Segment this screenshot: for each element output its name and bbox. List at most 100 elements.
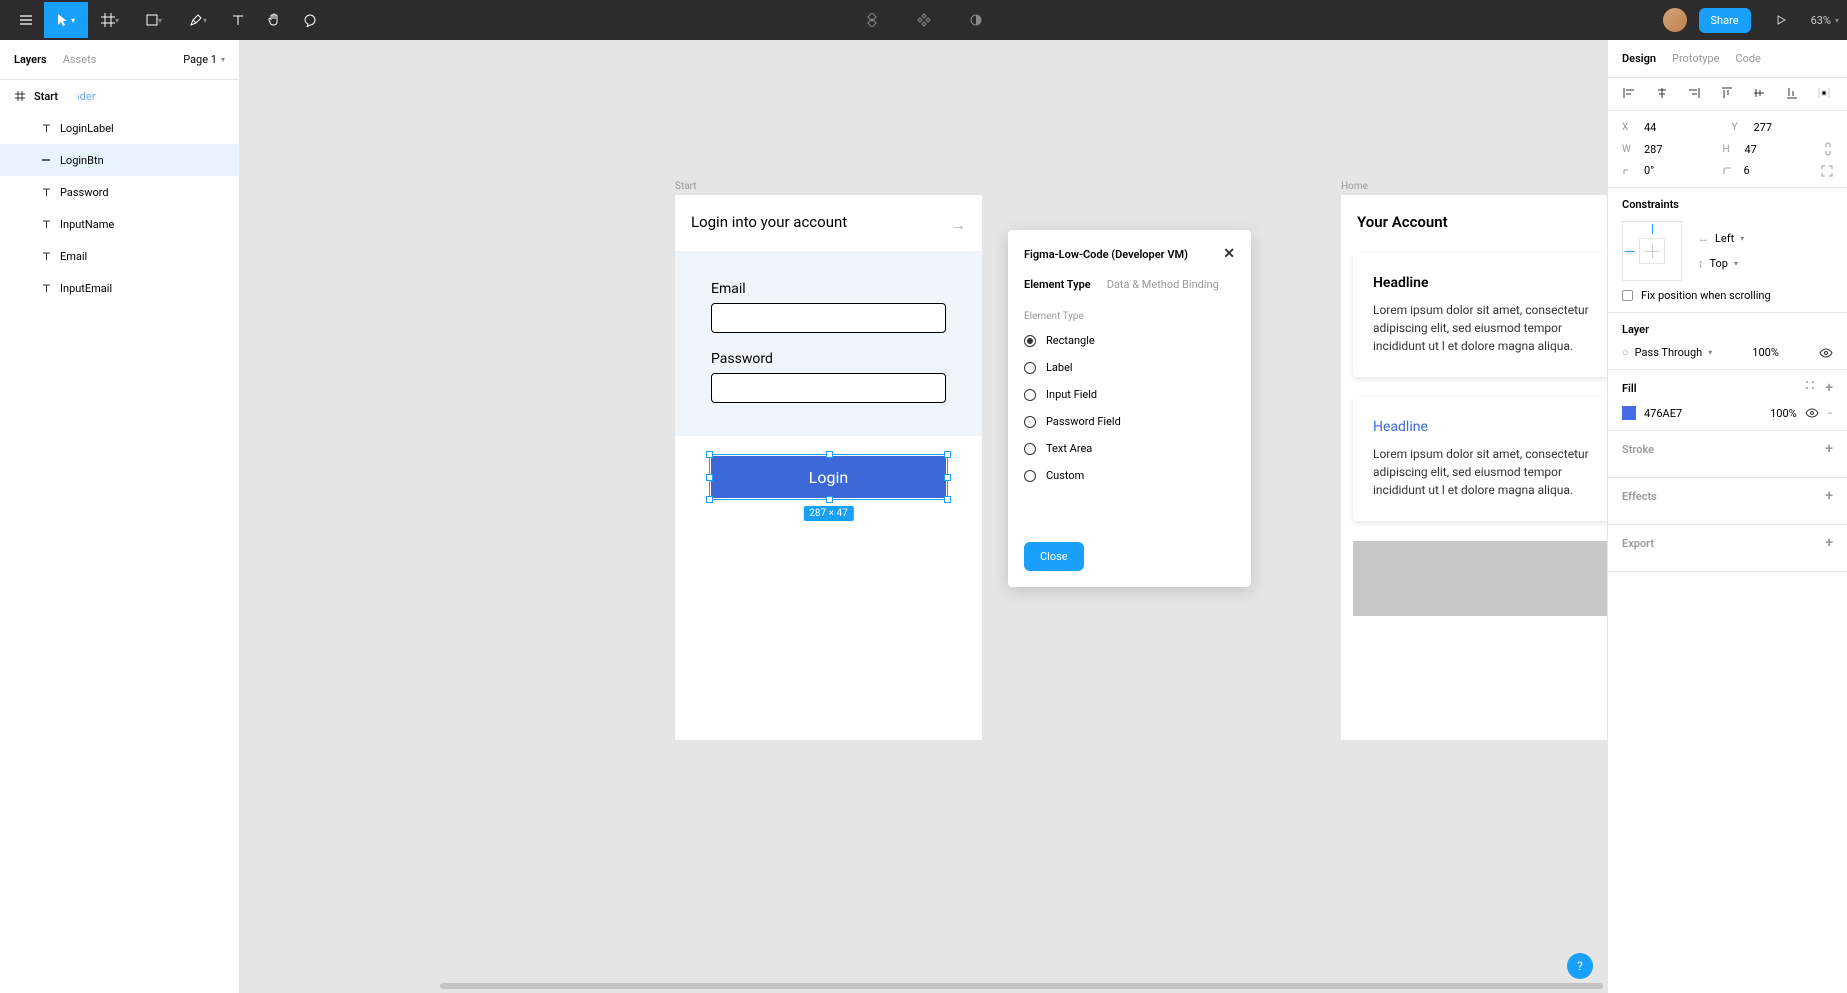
layer-title: Layer [1622, 323, 1833, 336]
right-panel-tabs: Design Prototype Code [1608, 40, 1847, 78]
horizontal-scrollbar[interactable] [440, 983, 1603, 989]
email-input[interactable] [711, 303, 946, 333]
frame-home[interactable]: Your Account Headline Lorem ipsum dolor … [1341, 195, 1607, 740]
radio-icon [1024, 416, 1036, 428]
handle-br[interactable] [944, 496, 951, 503]
x-label: X [1622, 122, 1636, 133]
handle-bm[interactable] [826, 496, 833, 503]
modal-close-button[interactable]: Close [1024, 542, 1084, 571]
frame-tool[interactable]: ▾ [88, 2, 132, 38]
align-vcenter-icon[interactable] [1752, 86, 1768, 102]
hand-tool[interactable] [256, 2, 292, 38]
text-icon [40, 186, 52, 198]
layer-label: LoginLabel [60, 122, 114, 135]
distribute-icon[interactable] [1817, 86, 1833, 102]
layer-login-label[interactable]: LoginLabel [0, 112, 239, 144]
shape-tool[interactable]: ▾ [132, 2, 176, 38]
menu-button[interactable] [8, 2, 44, 38]
y-value[interactable]: 277 [1754, 121, 1814, 134]
page-selector[interactable]: Page 1 ▾ [183, 53, 225, 66]
toolbar-center [854, 2, 994, 38]
boolean-tool[interactable] [958, 2, 994, 38]
remove-fill-icon[interactable]: − [1827, 407, 1833, 420]
modal-tab-element-type[interactable]: Element Type [1024, 278, 1091, 291]
layer-email[interactable]: Email [0, 240, 239, 272]
tab-code[interactable]: Code [1735, 52, 1760, 65]
rotation-value[interactable]: 0° [1644, 164, 1704, 177]
help-button[interactable]: ? [1567, 953, 1593, 979]
modal-close-icon[interactable]: ✕ [1223, 246, 1235, 262]
user-avatar[interactable] [1663, 8, 1687, 32]
styles-icon[interactable] [1805, 380, 1815, 396]
constraint-v-select[interactable]: ↕Top▾ [1698, 257, 1833, 270]
move-tool[interactable]: ▾ [44, 2, 88, 38]
eye-icon[interactable] [1819, 348, 1833, 358]
left-panel-tabs: Layers Assets Page 1 ▾ [0, 40, 239, 80]
text-tool[interactable] [220, 2, 256, 38]
layer-opacity[interactable]: 100% [1752, 346, 1779, 359]
frame-label-start[interactable]: Start [675, 181, 697, 192]
layer-input-email[interactable]: InputEmail [0, 272, 239, 304]
add-effect-icon[interactable]: + [1825, 488, 1833, 504]
layer-password[interactable]: Password [0, 176, 239, 208]
password-input[interactable] [711, 373, 946, 403]
add-stroke-icon[interactable]: + [1825, 441, 1833, 457]
constraint-h-select[interactable]: ↔Left▾ [1698, 232, 1833, 245]
frame-label-home[interactable]: Home [1341, 181, 1368, 192]
handle-tr[interactable] [944, 451, 951, 458]
w-value[interactable]: 287 [1644, 143, 1704, 156]
radio-label[interactable]: Label [1024, 361, 1235, 374]
align-top-icon[interactable] [1720, 86, 1736, 102]
handle-tm[interactable] [826, 451, 833, 458]
zoom-control[interactable]: 63% ▾ [1811, 14, 1839, 27]
radio-text-area[interactable]: Text Area [1024, 442, 1235, 455]
layer-start[interactable]: Start [0, 80, 72, 112]
radio-password-field[interactable]: Password Field [1024, 415, 1235, 428]
comment-tool[interactable] [292, 2, 328, 38]
align-right-icon[interactable] [1687, 86, 1703, 102]
mask-icon [917, 13, 931, 27]
add-export-icon[interactable]: + [1825, 535, 1833, 551]
tab-layers[interactable]: Layers [14, 53, 47, 66]
radio-input-field[interactable]: Input Field [1024, 388, 1235, 401]
eye-icon[interactable] [1805, 408, 1819, 418]
tab-assets[interactable]: Assets [63, 53, 97, 66]
link-icon[interactable] [1823, 142, 1833, 156]
modal-tab-binding[interactable]: Data & Method Binding [1107, 278, 1219, 291]
blend-mode-select[interactable]: ○ Pass Through ▾ [1622, 346, 1712, 359]
component-tool[interactable] [854, 2, 890, 38]
mask-tool[interactable] [906, 2, 942, 38]
x-value[interactable]: 44 [1644, 121, 1704, 134]
layer-login-btn[interactable]: LoginBtn [0, 144, 239, 176]
layer-input-name[interactable]: InputName [0, 208, 239, 240]
handle-bl[interactable] [706, 496, 713, 503]
fill-opacity[interactable]: 100% [1770, 407, 1797, 420]
layer-section: Layer ○ Pass Through ▾ 100% [1608, 313, 1847, 370]
frame-icon [101, 13, 115, 27]
align-left-icon[interactable] [1622, 86, 1638, 102]
w-label: W [1622, 144, 1636, 155]
radio-custom[interactable]: Custom [1024, 469, 1235, 482]
handle-tl[interactable] [706, 451, 713, 458]
handle-rm[interactable] [944, 474, 951, 481]
tab-design[interactable]: Design [1622, 52, 1656, 65]
handle-lm[interactable] [706, 474, 713, 481]
login-button[interactable]: Login 287 × 47 [711, 456, 946, 498]
fill-hex[interactable]: 476AE7 [1644, 407, 1762, 420]
constraints-widget[interactable] [1622, 221, 1682, 281]
pen-tool[interactable]: ▾ [176, 2, 220, 38]
tab-prototype[interactable]: Prototype [1672, 52, 1719, 65]
frame-start[interactable]: Login into your account → Email Password… [675, 195, 982, 740]
radio-rectangle[interactable]: Rectangle [1024, 334, 1235, 347]
corners-icon[interactable] [1821, 165, 1833, 177]
fill-swatch[interactable] [1622, 406, 1636, 420]
add-fill-icon[interactable]: + [1825, 380, 1833, 396]
share-button[interactable]: Share [1699, 8, 1751, 33]
present-button[interactable] [1763, 2, 1799, 38]
align-hcenter-icon[interactable] [1655, 86, 1671, 102]
align-bottom-icon[interactable] [1785, 86, 1801, 102]
fix-position-row[interactable]: Fix position when scrolling [1622, 289, 1833, 302]
canvas[interactable]: Start Home Login into your account → Ema… [240, 40, 1607, 993]
radius-value[interactable]: 6 [1744, 164, 1804, 177]
h-value[interactable]: 47 [1745, 143, 1805, 156]
